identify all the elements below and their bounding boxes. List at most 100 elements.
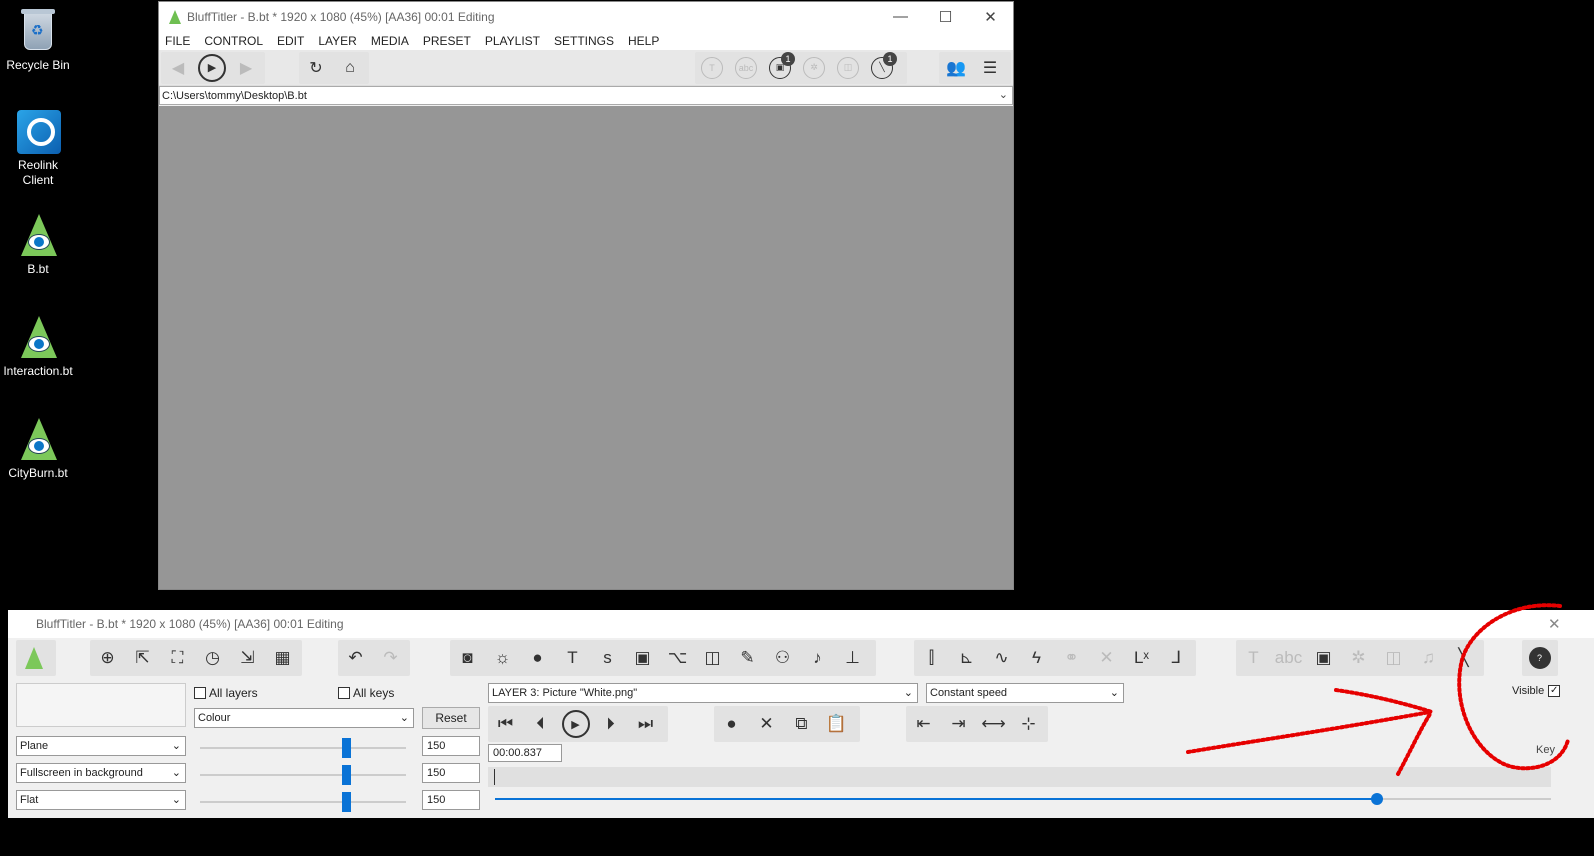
checkbox-box[interactable] — [194, 687, 206, 699]
media-layer-icon[interactable]: ▣ 1 — [763, 51, 797, 83]
community-icon[interactable]: 👥 — [939, 53, 973, 83]
skip-to-end-icon[interactable]: ⏭ — [628, 707, 663, 741]
property-value-1[interactable]: 150 — [422, 736, 480, 756]
help-icon[interactable]: ? — [1522, 641, 1557, 675]
particles-icon[interactable]: ✲ — [1341, 641, 1376, 675]
open-folder-icon[interactable]: ⇱ — [125, 641, 160, 675]
desktop-icon-cityburn-bt[interactable]: CityBurn.bt — [0, 416, 76, 481]
property-slider-1[interactable] — [200, 738, 406, 758]
particles-icon[interactable]: ✲ — [797, 53, 831, 83]
small-text-icon[interactable]: s — [590, 641, 625, 675]
draw-icon[interactable]: ✎ — [730, 641, 765, 675]
next-frame-icon[interactable]: ⏵ — [593, 707, 628, 741]
jump-next-key-icon[interactable]: ⇥ — [941, 707, 976, 741]
fit-frame-icon[interactable]: ⛶ — [160, 641, 195, 675]
light-icon[interactable]: ☼ — [485, 641, 520, 675]
desktop-icon-recycle-bin[interactable]: Recycle Bin — [0, 8, 76, 73]
all-keys-checkbox[interactable]: All keys — [338, 686, 394, 700]
home-icon[interactable]: ⌂ — [333, 53, 367, 83]
placement-select[interactable]: Fullscreen in background ⌄ — [16, 763, 186, 783]
lighting-select[interactable]: Flat ⌄ — [16, 790, 186, 810]
hamburger-menu-icon[interactable]: ☰ — [973, 53, 1007, 83]
attach-child-icon[interactable]: ⊾ — [949, 641, 984, 675]
time-slider[interactable] — [495, 792, 1551, 806]
close-button[interactable]: ✕ — [968, 8, 1013, 26]
property-select[interactable]: Colour ⌄ — [194, 708, 414, 728]
close-button[interactable]: ✕ — [1548, 615, 1561, 633]
text-icon[interactable]: T — [555, 641, 590, 675]
desktop-icon-interaction-bt[interactable]: Interaction.bt — [0, 314, 76, 379]
slider-thumb[interactable] — [342, 765, 351, 785]
timeline-cursor[interactable] — [494, 769, 495, 785]
stretch-keys-icon[interactable]: ⟷ — [976, 707, 1011, 741]
copy-key-icon[interactable]: ⧉ — [784, 707, 819, 741]
slider-thumb[interactable] — [342, 792, 351, 812]
effect-icon[interactable]: ϟ — [1019, 641, 1054, 675]
delete-key-icon[interactable]: ✕ — [749, 707, 784, 741]
media-layer-icon[interactable]: ▣ — [1306, 641, 1341, 675]
layer-select[interactable]: LAYER 3: Picture "White.png" ⌄ — [488, 683, 918, 703]
property-slider-2[interactable] — [200, 765, 406, 785]
key-timeline[interactable] — [488, 767, 1551, 787]
play-button[interactable]: ▶ — [558, 707, 593, 741]
redo-icon[interactable]: ↷ — [373, 641, 408, 675]
chevron-down-icon[interactable]: ⌄ — [999, 88, 1008, 101]
refresh-icon[interactable]: ↻ — [299, 53, 333, 83]
split-icon[interactable]: ✕ — [1089, 641, 1124, 675]
music-icon[interactable]: ♪ — [800, 641, 835, 675]
reset-button[interactable]: Reset — [422, 707, 480, 729]
play-button[interactable]: ▶ — [195, 53, 229, 83]
all-layers-checkbox[interactable]: All layers — [194, 686, 258, 700]
menu-playlist[interactable]: PLAYLIST — [485, 34, 540, 48]
remove-link-icon[interactable]: Lˣ — [1124, 641, 1159, 675]
text-layer-icon[interactable]: T — [1236, 641, 1271, 675]
menu-file[interactable]: FILE — [165, 34, 190, 48]
maximize-button[interactable]: ☐ — [923, 8, 968, 26]
paste-key-icon[interactable]: 📋 — [819, 707, 854, 741]
add-layer-icon[interactable]: ⊕ — [90, 641, 125, 675]
preview-canvas[interactable] — [159, 106, 1013, 589]
menu-help[interactable]: HELP — [628, 34, 659, 48]
desktop-icon-b-bt[interactable]: B.bt — [0, 212, 76, 277]
cube-icon[interactable]: ◫ — [831, 53, 865, 83]
music-icon[interactable]: ♫ — [1411, 641, 1446, 675]
path-icon[interactable]: ⌥ — [660, 641, 695, 675]
checkbox-box[interactable] — [338, 687, 350, 699]
group-icon[interactable]: ⚭ — [1054, 641, 1089, 675]
tools-icon[interactable]: ╲ 1 — [865, 51, 899, 83]
link-path-icon[interactable]: ∿ — [984, 641, 1019, 675]
slider-thumb[interactable] — [342, 738, 351, 758]
particles-icon[interactable]: ⚇ — [765, 641, 800, 675]
visible-checkbox[interactable]: Visible ✓ — [1512, 685, 1561, 697]
tools-icon[interactable]: ╲ — [1446, 641, 1481, 675]
jump-first-key-icon[interactable]: ⇤ — [906, 707, 941, 741]
record-key-icon[interactable]: ● — [714, 707, 749, 741]
shape-select[interactable]: Plane ⌄ — [16, 736, 186, 756]
cube-icon[interactable]: ◫ — [695, 641, 730, 675]
text-layer-icon[interactable]: T — [695, 53, 729, 83]
desktop-icon-reolink[interactable]: Reolink Client — [0, 108, 76, 188]
menu-edit[interactable]: EDIT — [277, 34, 304, 48]
title-bar[interactable]: BluffTitler - B.bt * 1920 x 1080 (45%) [… — [159, 2, 1013, 32]
clock-icon[interactable]: ◷ — [195, 641, 230, 675]
previous-frame-icon[interactable]: ⏴ — [523, 707, 558, 741]
menu-media[interactable]: MEDIA — [371, 34, 409, 48]
audio-level-icon[interactable]: ⊥ — [835, 641, 870, 675]
import-folder-icon[interactable]: ⇲ — [230, 641, 265, 675]
abc-layer-icon[interactable]: abc — [729, 53, 763, 83]
minimize-button[interactable]: — — [878, 8, 923, 26]
abc-layer-icon[interactable]: abc — [1271, 641, 1306, 675]
checkbox-box[interactable]: ✓ — [1548, 685, 1561, 697]
menu-preset[interactable]: PRESET — [423, 34, 471, 48]
menu-control[interactable]: CONTROL — [204, 34, 263, 48]
property-slider-3[interactable] — [200, 792, 406, 812]
speed-select[interactable]: Constant speed ⌄ — [926, 683, 1124, 703]
menu-layer[interactable]: LAYER — [318, 34, 356, 48]
film-strip-icon[interactable]: ▦ — [265, 641, 300, 675]
menu-settings[interactable]: SETTINGS — [554, 34, 614, 48]
time-field[interactable]: 00:00.837 — [488, 744, 562, 762]
picture-icon[interactable]: ▣ — [625, 641, 660, 675]
property-value-3[interactable]: 150 — [422, 790, 480, 810]
anchor-icon[interactable]: ⅃ — [1159, 641, 1194, 675]
time-slider-thumb[interactable] — [1371, 793, 1383, 805]
